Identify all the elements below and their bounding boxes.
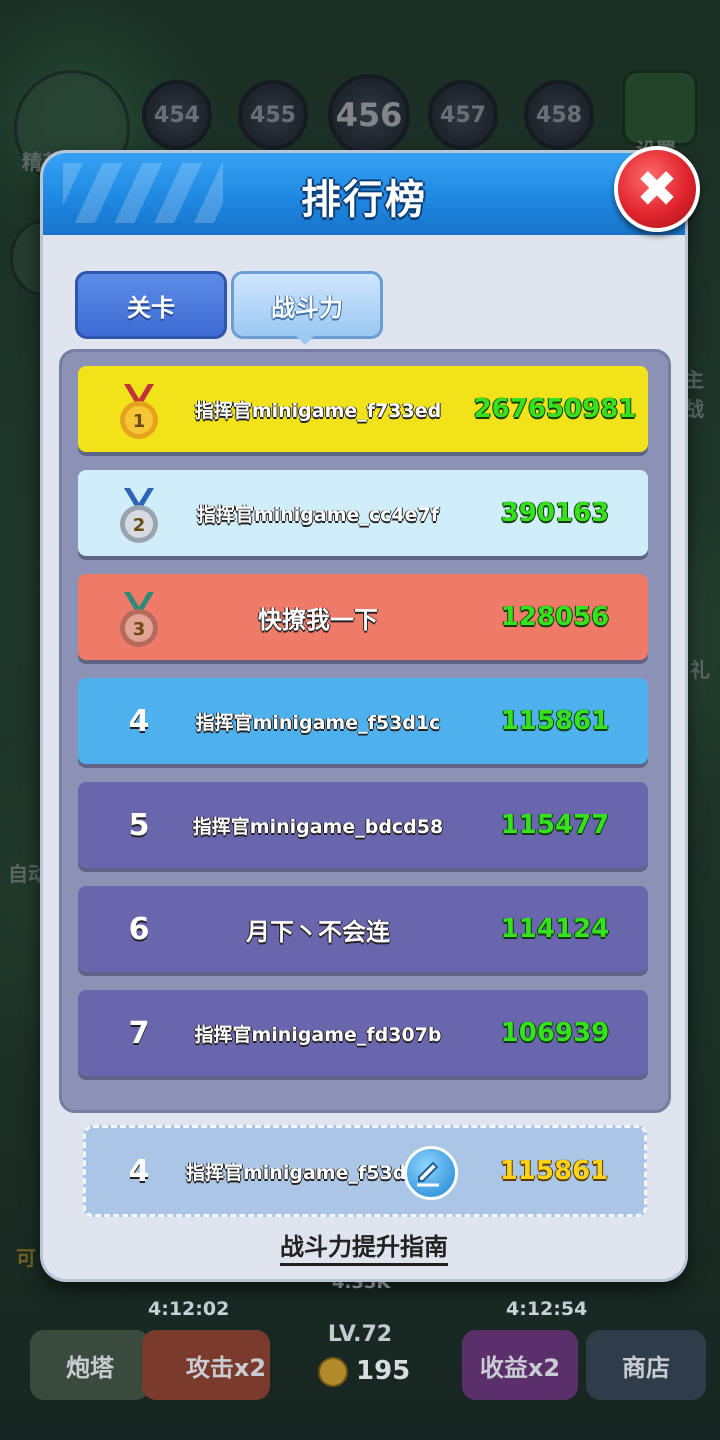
combat-power-score: 390163: [500, 498, 610, 528]
player-name: 指挥官minigame_bdcd58: [192, 815, 444, 838]
combat-power-score: 115861: [500, 706, 610, 736]
modal-header: 排行榜: [43, 153, 685, 235]
my-score: 115861: [499, 1156, 609, 1186]
combat-power-score: 115477: [500, 810, 610, 840]
right-timer: 4:12:54: [506, 1298, 588, 1320]
ranking-row: 4 指挥官minigame_f53d1c 115861: [78, 678, 648, 764]
bottom-hud: 4.35K 4:12:02 4:12:54 炮塔 攻击x2 LV.72 195 …: [0, 1270, 720, 1440]
ranking-row: 5 指挥官minigame_bdcd58 115477: [78, 782, 648, 868]
left-timer: 4:12:02: [148, 1298, 230, 1320]
shop-button[interactable]: 商店: [586, 1330, 706, 1400]
ranking-row: 1 指挥官minigame_f733ed 267650981: [78, 366, 648, 452]
coin-icon: [318, 1356, 348, 1387]
ranking-row: 2 指挥官minigame_cc4e7f 390163: [78, 470, 648, 556]
combat-power-score: 267650981: [473, 394, 637, 424]
ranking-row: 3 快撩我一下 128056: [78, 574, 648, 660]
my-rank-number: 4: [128, 1153, 150, 1189]
income-label: 收益x2: [479, 1353, 561, 1382]
shop-label: 商店: [622, 1353, 670, 1382]
player-name: 指挥官minigame_fd307b: [194, 1023, 442, 1046]
my-player-name: 指挥官minigame_f53d1c: [186, 1161, 431, 1184]
tab-combat-power[interactable]: 战斗力: [231, 271, 383, 339]
rank-number: 4: [128, 703, 150, 739]
coin-value: 195: [356, 1356, 411, 1386]
ranking-row: 7 指挥官minigame_fd307b 106939: [78, 990, 648, 1076]
tab-stage[interactable]: 关卡: [75, 271, 227, 339]
my-rank-row: 4 指挥官minigame_f53d1c 115861: [83, 1125, 647, 1217]
gold-medal-icon: 1: [120, 384, 158, 439]
combat-power-score: 128056: [500, 602, 610, 632]
tab-combat-power-label: 战斗力: [271, 293, 343, 322]
combat-power-score: 106939: [500, 1018, 610, 1048]
close-button[interactable]: ✖: [614, 146, 700, 232]
tab-stage-label: 关卡: [127, 293, 175, 322]
player-name: 指挥官minigame_f53d1c: [195, 711, 441, 734]
player-name: 指挥官minigame_cc4e7f: [196, 503, 440, 526]
modal-title: 排行榜: [301, 177, 427, 223]
rank-number: 5: [128, 807, 150, 843]
leaderboard-modal: 排行榜 关卡 战斗力 1 指挥官minigame_f733ed 267650981 2…: [40, 150, 688, 1282]
income-boost-button[interactable]: 收益x2: [462, 1330, 578, 1400]
combat-power-score: 114124: [500, 914, 610, 944]
player-level: LV.72: [327, 1322, 393, 1347]
player-name: 快撩我一下: [258, 605, 378, 634]
turret-label: 炮塔: [66, 1353, 114, 1382]
player-name: 月下丶不会连: [246, 917, 390, 946]
attack-label: 攻击x2: [185, 1353, 267, 1382]
power-guide-label: 战斗力提升指南: [280, 1233, 448, 1266]
close-icon: ✖: [636, 160, 678, 218]
power-guide-link[interactable]: 战斗力提升指南: [43, 1227, 685, 1266]
ranking-row: 6 月下丶不会连 114124: [78, 886, 648, 972]
silver-medal-icon: 2: [120, 488, 158, 543]
turret-button[interactable]: 炮塔: [30, 1330, 150, 1400]
rank-number: 6: [128, 911, 150, 947]
player-name: 指挥官minigame_f733ed: [194, 399, 442, 422]
rank-number: 7: [128, 1015, 150, 1051]
medal-rank-number: 3: [133, 619, 146, 640]
attack-boost-button[interactable]: 攻击x2: [142, 1330, 270, 1400]
edit-name-button[interactable]: [404, 1146, 458, 1200]
medal-rank-number: 1: [133, 411, 146, 432]
bronze-medal-icon: 3: [120, 592, 158, 647]
coin-count: 195: [318, 1356, 410, 1387]
pencil-icon: [417, 1161, 439, 1187]
active-tab-pointer: [293, 333, 317, 345]
ranking-list[interactable]: 1 指挥官minigame_f733ed 267650981 2 指挥官minigame…: [59, 349, 671, 1113]
medal-rank-number: 2: [133, 515, 146, 536]
